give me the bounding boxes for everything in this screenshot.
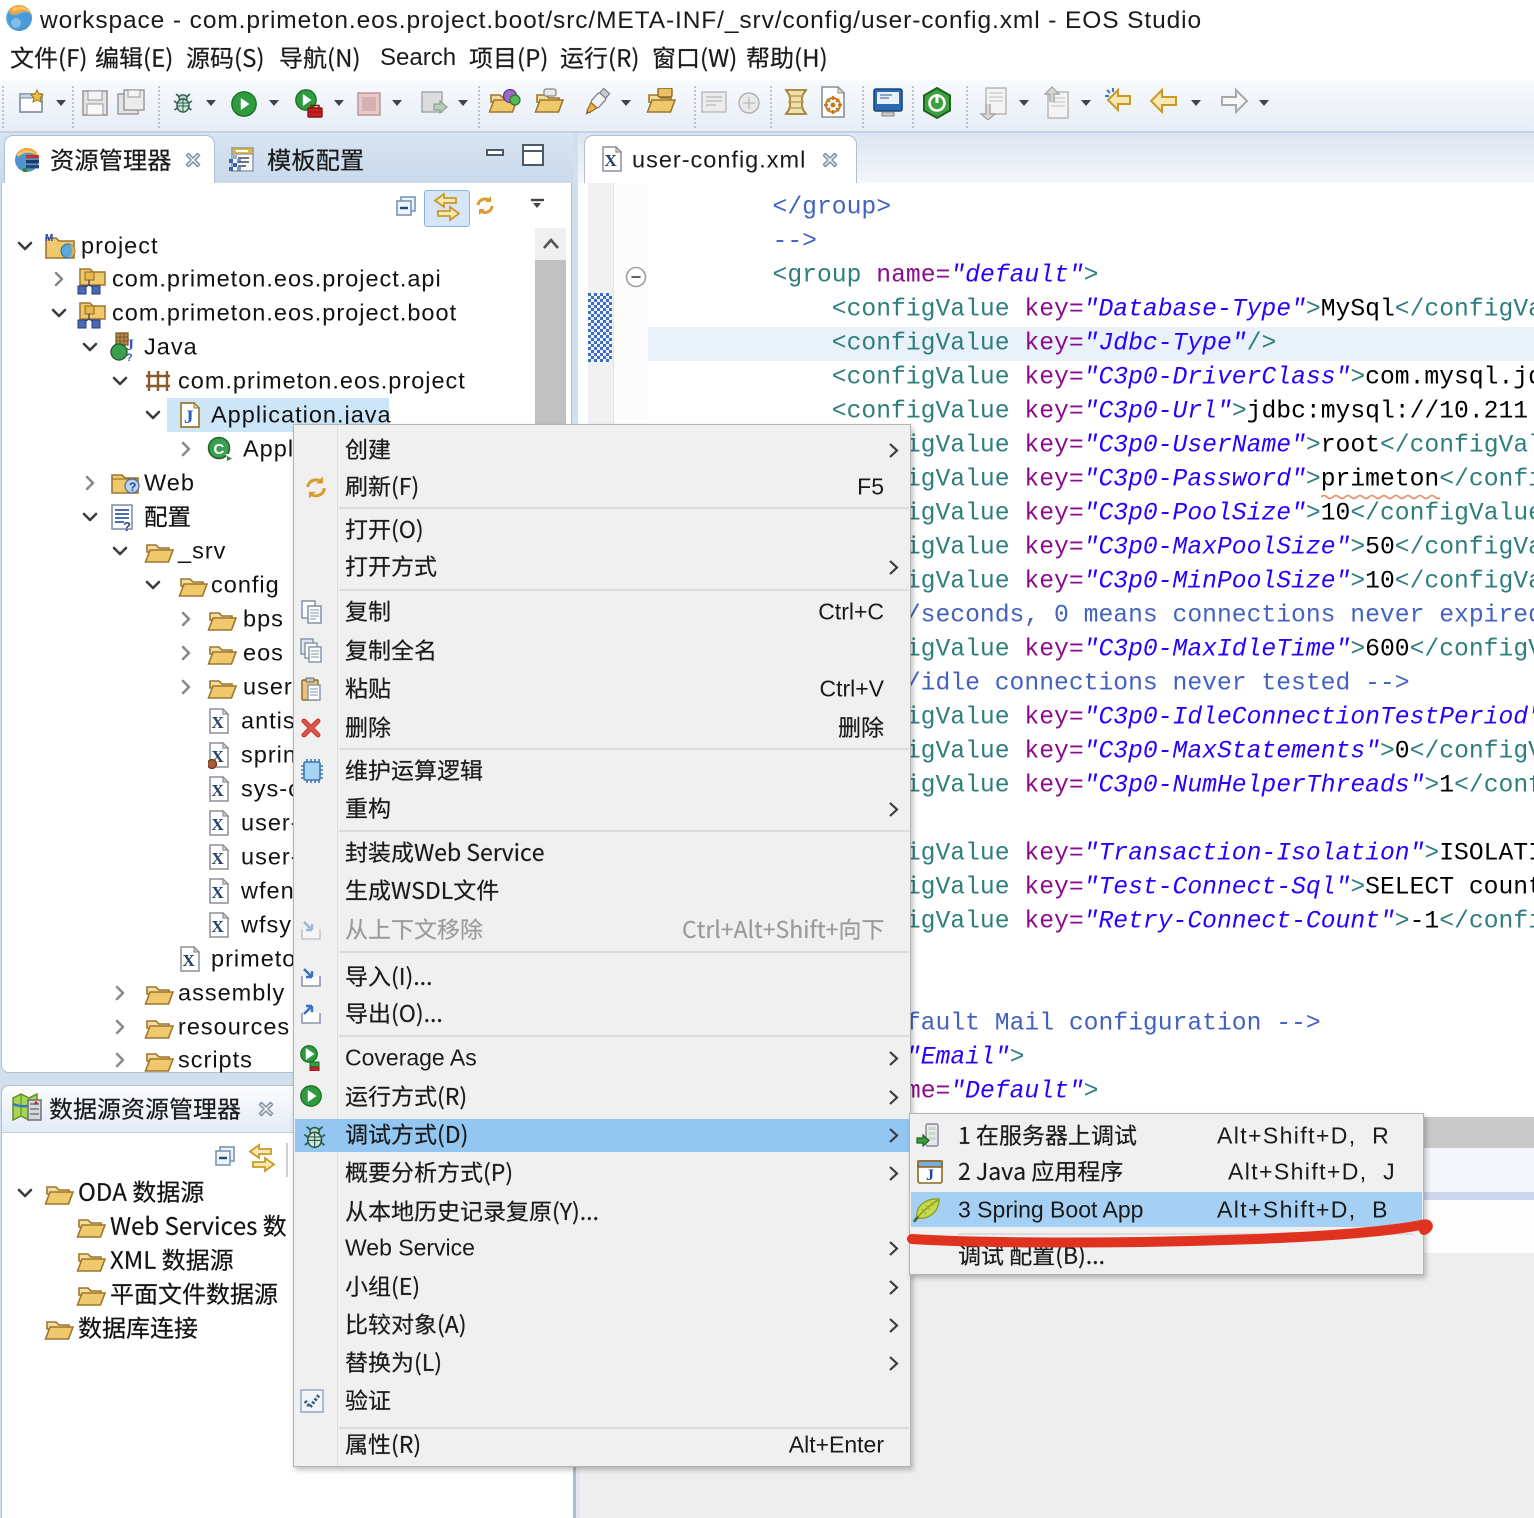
- svg-text:X: X: [212, 781, 225, 800]
- svg-text:J: J: [926, 1167, 934, 1184]
- svg-text:?: ?: [129, 480, 136, 494]
- svg-text:?: ?: [126, 352, 133, 363]
- svg-text:X: X: [212, 883, 225, 902]
- svg-text:X: X: [212, 815, 225, 834]
- svg-text:X: X: [212, 917, 225, 936]
- svg-text:M: M: [45, 233, 53, 244]
- svg-text:X: X: [212, 713, 225, 732]
- svg-text:X: X: [605, 151, 618, 170]
- svg-text:X: X: [212, 849, 225, 868]
- svg-text:J: J: [184, 407, 194, 428]
- svg-text:?: ?: [123, 519, 131, 532]
- svg-text:C: C: [214, 441, 225, 458]
- svg-text:X: X: [183, 951, 196, 970]
